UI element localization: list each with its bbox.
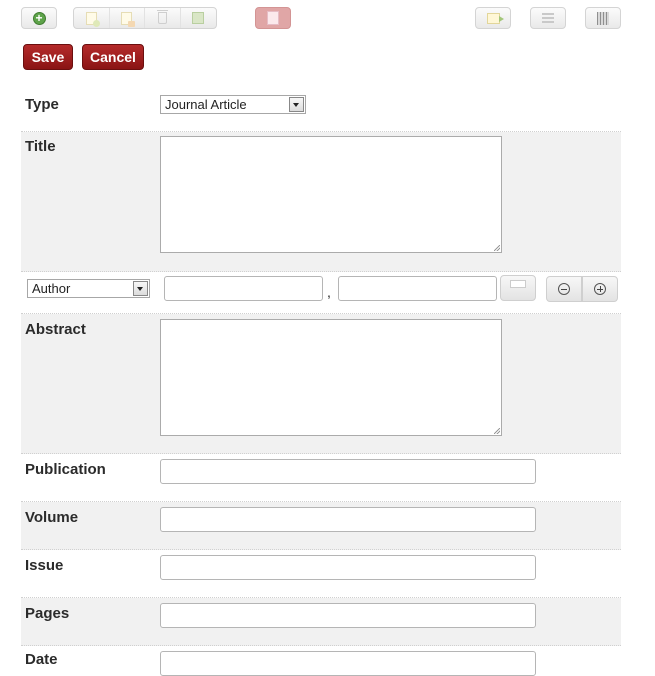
new-document-button[interactable] — [74, 8, 110, 28]
issue-row: Issue — [21, 550, 621, 598]
columns-view-icon — [597, 11, 609, 25]
chevron-down-icon — [133, 281, 148, 296]
new-document-icon — [85, 11, 100, 27]
type-select[interactable]: Journal Article — [160, 95, 306, 114]
pages-input[interactable] — [160, 603, 536, 628]
creator-row: Author , — [21, 272, 621, 314]
issue-label: Issue — [25, 557, 64, 574]
switch-name-mode-button[interactable] — [500, 275, 536, 301]
title-textarea[interactable] — [160, 136, 502, 253]
creator-first-name-input[interactable] — [338, 276, 497, 301]
title-row: Title — [21, 132, 621, 272]
item-actions-group — [73, 7, 217, 29]
publication-input[interactable] — [160, 459, 536, 484]
columns-view-button[interactable] — [585, 7, 621, 29]
pages-row: Pages — [21, 598, 621, 646]
abstract-label: Abstract — [25, 321, 86, 338]
classify-document-button[interactable] — [110, 8, 145, 28]
pdf-document-icon — [267, 11, 279, 25]
volume-row: Volume — [21, 502, 621, 550]
pages-label: Pages — [25, 605, 70, 622]
volume-label: Volume — [25, 509, 79, 526]
plus-circle-icon — [594, 283, 606, 295]
title-label: Title — [25, 138, 56, 155]
restore-button[interactable] — [181, 8, 216, 28]
trash-icon — [156, 10, 168, 24]
delete-button[interactable] — [145, 8, 181, 28]
publication-row: Publication — [21, 454, 621, 502]
list-view-icon — [542, 12, 554, 24]
date-label: Date — [25, 651, 58, 668]
new-item-button[interactable]: + — [21, 7, 57, 29]
export-button[interactable] — [475, 7, 511, 29]
remove-creator-button[interactable] — [546, 276, 582, 302]
single-field-icon — [510, 280, 526, 288]
export-icon — [486, 12, 504, 24]
chevron-down-icon — [289, 97, 304, 112]
date-input[interactable] — [160, 651, 536, 676]
creator-role-select[interactable]: Author — [27, 279, 150, 298]
save-button[interactable]: Save — [23, 44, 73, 70]
name-separator: , — [327, 284, 331, 300]
plus-circle-icon: + — [32, 11, 46, 25]
add-creator-button[interactable] — [582, 276, 618, 302]
type-label: Type — [25, 96, 59, 113]
type-select-value: Journal Article — [165, 97, 247, 112]
cancel-button[interactable]: Cancel — [82, 44, 144, 70]
abstract-textarea[interactable] — [160, 319, 502, 436]
creator-last-name-input[interactable] — [164, 276, 323, 301]
minus-circle-icon — [558, 283, 570, 295]
pdf-button[interactable] — [255, 7, 291, 29]
volume-input[interactable] — [160, 507, 536, 532]
creator-role-value: Author — [32, 281, 71, 296]
type-row: Type Journal Article — [21, 83, 621, 132]
date-row: Date — [21, 646, 621, 676]
publication-label: Publication — [25, 461, 106, 478]
restore-icon — [192, 12, 205, 24]
list-view-button[interactable] — [530, 7, 566, 29]
abstract-row: Abstract — [21, 314, 621, 454]
classify-document-icon — [121, 11, 136, 27]
issue-input[interactable] — [160, 555, 536, 580]
